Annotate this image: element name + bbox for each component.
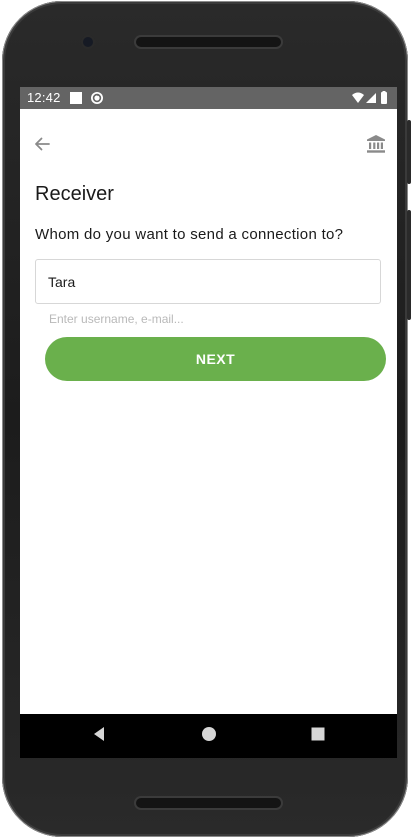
earpiece-speaker bbox=[136, 37, 281, 47]
next-button[interactable]: NEXT bbox=[45, 337, 386, 381]
status-right-icons bbox=[351, 91, 391, 110]
recents-square-icon bbox=[311, 727, 325, 746]
battery-icon bbox=[381, 91, 387, 104]
home-circle-icon bbox=[201, 726, 217, 747]
recipient-hint: Enter username, e-mail... bbox=[49, 312, 184, 326]
front-camera bbox=[83, 37, 93, 47]
nav-home-button[interactable] bbox=[199, 726, 219, 746]
status-time: 12:42 bbox=[27, 90, 61, 105]
nav-back-button[interactable] bbox=[89, 726, 109, 746]
volume-button bbox=[407, 210, 411, 320]
page-title: Receiver bbox=[35, 183, 114, 205]
nav-recents-button[interactable] bbox=[308, 726, 328, 746]
bottom-speaker bbox=[136, 798, 281, 808]
system-nav-bar bbox=[20, 714, 397, 758]
status-bar: 12:42 bbox=[20, 87, 397, 109]
wifi-icon bbox=[352, 92, 364, 103]
receiver-question: Whom do you want to send a connection to… bbox=[35, 226, 344, 243]
phone-frame: 12:42 Receiver Whom do you want to send … bbox=[2, 1, 408, 837]
back-button[interactable] bbox=[29, 133, 55, 159]
sync-icon bbox=[90, 91, 104, 110]
bank-icon bbox=[366, 134, 386, 159]
bank-button[interactable] bbox=[363, 133, 389, 159]
app-bar bbox=[20, 109, 397, 181]
power-button bbox=[407, 120, 411, 184]
notification-square-icon bbox=[70, 92, 82, 104]
recipient-input[interactable] bbox=[35, 259, 381, 304]
device-screen: 12:42 Receiver Whom do you want to send … bbox=[20, 87, 397, 758]
signal-icon bbox=[366, 93, 376, 103]
arrow-left-icon bbox=[33, 135, 51, 158]
back-triangle-icon bbox=[91, 726, 107, 747]
